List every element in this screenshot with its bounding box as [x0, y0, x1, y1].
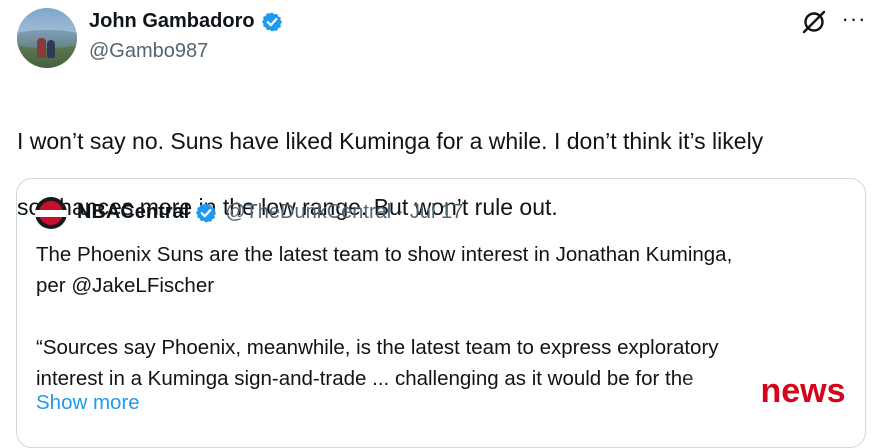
quoted-text-line: per @JakeLFischer: [36, 274, 215, 297]
show-more-link[interactable]: Show more: [36, 391, 140, 415]
quoted-tweet-date[interactable]: Jul 17: [410, 201, 463, 224]
verified-badge-icon[interactable]: [261, 11, 283, 33]
grok-icon[interactable]: [800, 8, 828, 36]
author-handle[interactable]: @Gambo987: [89, 40, 208, 63]
author-name-text[interactable]: John Gambadoro: [89, 10, 255, 33]
avatar-person-1: [37, 38, 46, 58]
quoted-text-line: “Sources say Phoenix, meanwhile, is the …: [36, 336, 719, 359]
quoted-tweet-card[interactable]: NBACentral @TheDunkCentral · Jul 17 The …: [16, 178, 866, 448]
tweet-text-line: I won’t say no. Suns have liked Kuminga …: [17, 128, 764, 154]
verified-badge-icon[interactable]: [195, 202, 217, 224]
avatar-person-2: [47, 40, 55, 58]
quoted-author-handle[interactable]: @TheDunkCentral: [225, 201, 391, 224]
quoted-text-line: The Phoenix Suns are the latest team to …: [36, 243, 733, 266]
news-watermark-logo: news: [748, 371, 858, 413]
quoted-author-name[interactable]: NBACentral: [77, 201, 189, 224]
author-avatar[interactable]: [17, 8, 77, 68]
author-display-name[interactable]: John Gambadoro: [89, 10, 283, 33]
avatar-logo-band: [35, 210, 67, 217]
quoted-author-avatar[interactable]: [35, 197, 67, 229]
dot-separator: ·: [397, 201, 404, 223]
more-options-icon[interactable]: ···: [840, 8, 868, 36]
quoted-tweet-header: NBACentral @TheDunkCentral · Jul 17: [77, 201, 463, 224]
